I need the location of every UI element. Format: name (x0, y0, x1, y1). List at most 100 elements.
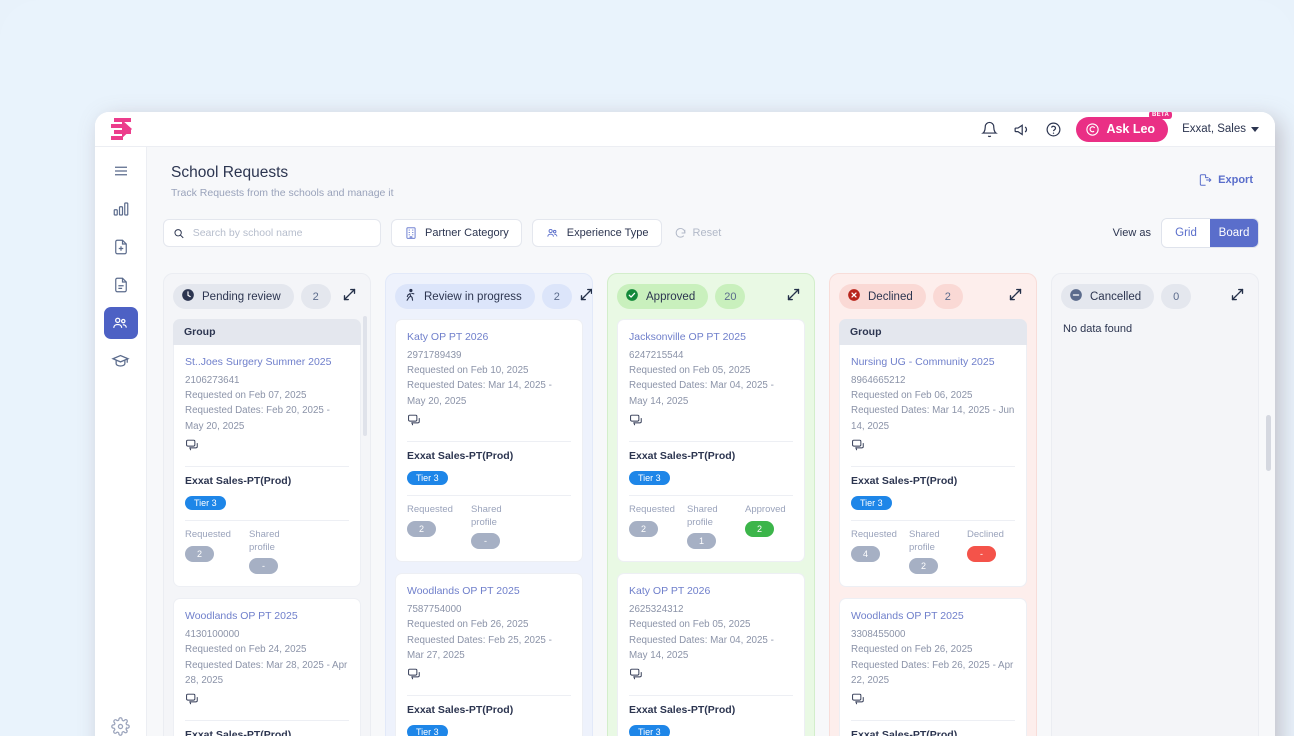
building-icon (406, 227, 416, 239)
card-school-name[interactable]: Woodlands OP PT 2025 (851, 610, 1015, 622)
expand-column-button[interactable] (579, 287, 592, 307)
card-school-name[interactable]: Nursing UG - Community 2025 (851, 356, 1015, 368)
card-stat: Approved 2 (745, 504, 793, 550)
column-status-chip[interactable]: Review in progress (395, 284, 535, 309)
card-stat: Shared profile - (249, 529, 303, 575)
card-school-name[interactable]: Woodlands OP PT 2025 (407, 585, 571, 597)
column-count-badge: 0 (1161, 284, 1192, 309)
page-subtitle: Track Requests from the schools and mana… (171, 187, 394, 199)
card-stats: Requested 2 Shared profile - (185, 529, 349, 575)
card-requested-dates: Requested Dates: Feb 20, 2025 - May 20, … (185, 405, 330, 432)
user-menu[interactable]: Exxat, Sales (1182, 123, 1259, 135)
card-tier-badge: Tier 3 (629, 470, 670, 485)
graduation-cap-icon (111, 354, 130, 367)
search-icon (174, 228, 184, 238)
user-name-label: Exxat, Sales (1182, 123, 1246, 135)
view-toggle-board[interactable]: Board (1210, 219, 1258, 247)
card-school-name[interactable]: Katy OP PT 2026 (629, 585, 793, 597)
card-requested-dates: Requested Dates: Feb 26, 2025 - Apr 22, … (851, 659, 1014, 686)
card-chat-button[interactable] (851, 693, 1015, 711)
request-card[interactable]: Woodlands OP PT 2025 3308455000 Requested … (839, 598, 1027, 736)
sidebar-item-menu[interactable] (104, 155, 138, 187)
card-chat-button[interactable] (185, 693, 349, 711)
reset-button[interactable]: Reset (674, 227, 721, 240)
partner-category-filter[interactable]: Partner Category (391, 219, 522, 247)
expand-column-button[interactable] (342, 287, 357, 307)
card-requested-dates: Requested Dates: Mar 28, 2025 - Apr 28, … (185, 659, 348, 686)
expand-column-button[interactable] (786, 287, 801, 307)
request-card[interactable]: Woodlands OP PT 2025 7587754000 Requested … (395, 573, 583, 736)
chat-icon (186, 693, 198, 705)
column-status-chip[interactable]: Pending review (173, 284, 294, 309)
expand-icon (343, 288, 356, 300)
sidebar-item-people[interactable] (103, 307, 138, 339)
card-chat-button[interactable] (629, 414, 793, 432)
card-divider-2 (185, 519, 349, 521)
expand-column-button[interactable] (1008, 287, 1023, 307)
card-chat-button[interactable] (407, 414, 571, 432)
card-chat-button[interactable] (185, 439, 349, 457)
search-input[interactable] (192, 227, 371, 239)
logo-container (95, 118, 147, 140)
card-school-name[interactable]: Woodlands OP PT 2025 (185, 610, 349, 622)
column-status-chip[interactable]: Declined (839, 284, 926, 309)
card-requested-dates: Requested Dates: Mar 04, 2025 - May 14, … (629, 634, 774, 661)
card-divider-2 (629, 494, 793, 496)
top-bar: Ask Leo BETA Exxat, Sales (95, 112, 1275, 147)
page-scrollbar-thumb[interactable] (1266, 415, 1271, 471)
card-stat-label: Shared profile (249, 528, 280, 553)
card-stat: Requested 2 (185, 529, 239, 575)
sidebar-item-new-document[interactable] (104, 231, 138, 263)
bell-icon[interactable] (980, 120, 998, 138)
card-stat-value: 4 (851, 545, 880, 562)
sidebar-item-settings[interactable] (104, 710, 138, 736)
card-school-name[interactable]: Jacksonville OP PT 2025 (629, 331, 793, 343)
page-header: School Requests Track Requests from the … (147, 147, 1275, 207)
request-card[interactable]: Katy OP PT 2026 2625324312 Requested on Fe… (617, 573, 805, 736)
column-status-chip[interactable]: Approved (617, 284, 709, 309)
card-tier-badge: Tier 3 (185, 495, 226, 510)
column-header: Pending review 2 (173, 284, 361, 309)
card-requested-on: Requested on Feb 05, 2025 (629, 365, 751, 377)
card-school-name[interactable]: St..Joes Surgery Summer 2025 (185, 356, 349, 368)
card-stat: Requested 2 (629, 504, 677, 550)
column-count-badge: 2 (932, 284, 963, 309)
request-card[interactable]: Nursing UG - Community 2025 8964665212 Req… (839, 345, 1027, 588)
card-school-name[interactable]: Katy OP PT 2026 (407, 331, 571, 343)
export-button[interactable]: Export (1198, 173, 1253, 187)
sidebar-item-analytics[interactable] (104, 193, 138, 225)
view-toggle-grid[interactable]: Grid (1162, 219, 1210, 247)
experience-type-filter[interactable]: Experience Type (531, 219, 662, 247)
card-id: 2625324312 (629, 604, 684, 616)
search-box[interactable] (163, 219, 381, 247)
column-status-chip[interactable]: Cancelled (1061, 284, 1155, 309)
card-chat-button[interactable] (407, 668, 571, 686)
request-card[interactable]: Jacksonville OP PT 2025 6247215544 Request… (617, 319, 805, 563)
card-id: 7587754000 (407, 604, 462, 616)
file-text-icon (114, 277, 127, 293)
card-divider (851, 465, 1015, 467)
request-card[interactable]: Katy OP PT 2026 2971789439 Requested on Fe… (395, 319, 583, 563)
card-chat-button[interactable] (629, 668, 793, 686)
sidebar-item-academics[interactable] (104, 345, 138, 377)
view-toggle: Grid Board (1161, 218, 1259, 248)
exxat-logo[interactable] (110, 118, 132, 140)
ask-leo-button[interactable]: Ask Leo BETA (1076, 112, 1173, 142)
column-title: Cancelled (1090, 290, 1142, 303)
expand-icon (787, 288, 800, 300)
filter-bar: Partner Category Experience Type Reset V… (163, 211, 1259, 255)
column-scrollbar-thumb[interactable] (363, 316, 367, 436)
expand-column-button[interactable] (1230, 287, 1245, 307)
megaphone-icon[interactable] (1012, 120, 1030, 138)
sidebar-item-documents[interactable] (104, 269, 138, 301)
request-card[interactable]: Woodlands OP PT 2025 4130100000 Requested … (173, 598, 361, 736)
card-organization: Exxat Sales-PT(Prod) (629, 449, 736, 462)
card-chat-button[interactable] (851, 439, 1015, 457)
card-stat-label: Requested (629, 503, 675, 515)
group-header: Group (173, 319, 361, 345)
card-stat-label: Requested (851, 528, 897, 540)
request-card[interactable]: St..Joes Surgery Summer 2025 2106273641 Re… (173, 345, 361, 588)
analytics-icon (113, 202, 128, 216)
help-circle-icon[interactable] (1044, 120, 1062, 138)
chat-icon (408, 414, 420, 426)
